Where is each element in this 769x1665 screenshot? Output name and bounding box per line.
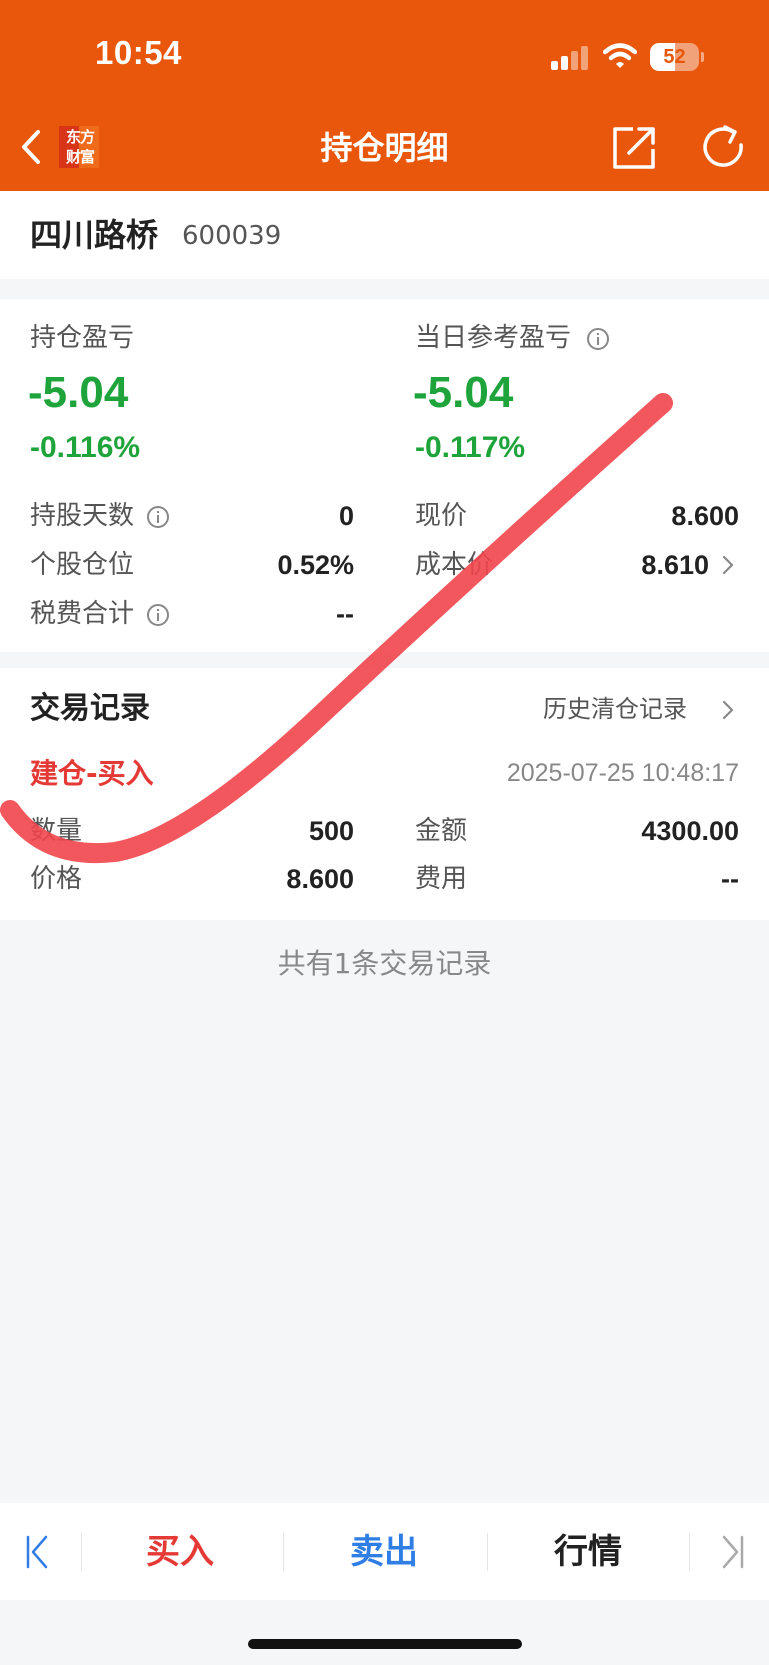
info-icon[interactable] (146, 603, 170, 627)
history-clearance-link[interactable]: 历史清仓记录 (543, 692, 687, 726)
cost-price-label[interactable]: 成本价 (415, 548, 493, 582)
position-pnl-value: -5.04 (28, 368, 129, 417)
holding-days-value: 0 (338, 501, 354, 531)
buy-button[interactable]: 买入 (110, 1527, 250, 1577)
bottom-action-bar: 买入 卖出 行情 (0, 1503, 769, 1600)
chevron-right-icon[interactable] (721, 698, 735, 722)
info-icon[interactable] (146, 505, 170, 529)
trade-fee-label: 费用 (415, 864, 468, 894)
info-icon[interactable] (586, 327, 610, 351)
trade-time: 2025-07-25 10:48:17 (506, 759, 739, 787)
chevron-right-icon[interactable] (721, 553, 735, 577)
trade-price-value: 8.600 (286, 864, 354, 894)
battery-level: 52 (663, 46, 686, 68)
stock-code: 600039 (182, 221, 282, 251)
trade-qty-value: 500 (308, 816, 354, 846)
first-page-icon[interactable] (24, 1533, 52, 1571)
daily-pnl-label: 当日参考盈亏 (415, 323, 572, 353)
pnl-card: 持仓盈亏 -5.04 -0.116% 当日参考盈亏 -5.04 -0.117% … (0, 299, 769, 652)
last-page-icon[interactable] (718, 1533, 746, 1571)
position-ratio-value: 0.52% (277, 550, 354, 580)
battery-icon: 52 (650, 43, 704, 71)
position-pnl-label: 持仓盈亏 (30, 323, 135, 353)
status-time: 10:54 (95, 34, 182, 71)
trade-amount-label: 金额 (415, 816, 468, 846)
sell-button[interactable]: 卖出 (314, 1527, 454, 1577)
cost-price-value[interactable]: 8.610 (641, 548, 709, 582)
trade-type: 建仓-买入 (30, 757, 154, 790)
stock-name: 四川路桥 (30, 216, 159, 254)
daily-pnl-pct: -0.117% (415, 431, 526, 464)
trade-amount-value: 4300.00 (641, 816, 739, 846)
daily-pnl-value: -5.04 (413, 368, 514, 417)
position-ratio-label: 个股仓位 (30, 550, 135, 580)
quote-button[interactable]: 行情 (518, 1527, 658, 1577)
share-icon[interactable] (609, 123, 659, 173)
trade-count-summary: 共有1条交易记录 (277, 947, 492, 980)
position-pnl-pct: -0.116% (30, 431, 141, 464)
trade-records-title: 交易记录 (30, 691, 150, 726)
refresh-icon[interactable] (699, 123, 749, 173)
trade-qty-label: 数量 (30, 816, 83, 846)
home-indicator (248, 1639, 522, 1649)
stock-header: 四川路桥 600039 (0, 191, 769, 279)
trade-price-label: 价格 (30, 864, 83, 894)
wifi-icon (603, 43, 637, 68)
current-price-label: 现价 (415, 501, 468, 531)
trade-records-card: 交易记录 历史清仓记录 建仓-买入 2025-07-25 10:48:17 数量… (0, 668, 769, 920)
app-header: 10:54 52 东方财富 持仓明细 (0, 0, 769, 191)
holding-days-label: 持股天数 (30, 501, 135, 531)
fees-label: 税费合计 (30, 599, 135, 629)
current-price-value: 8.600 (671, 501, 739, 531)
cellular-signal-icon (551, 46, 591, 70)
trade-fee-value: -- (721, 864, 739, 894)
fees-value: -- (336, 599, 354, 629)
